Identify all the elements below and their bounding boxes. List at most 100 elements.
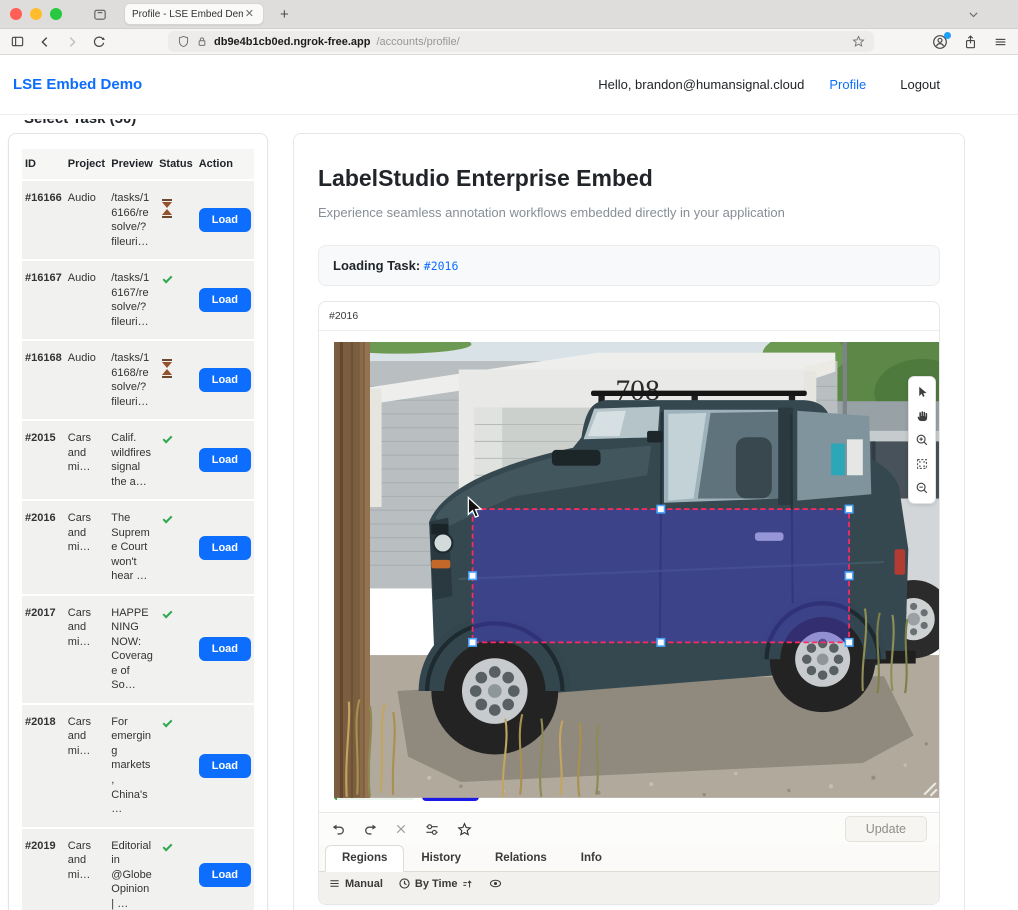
sidebar-toggle-icon[interactable]: [10, 34, 25, 49]
minimize-window-button[interactable]: [30, 8, 42, 20]
settings-sliders-icon[interactable]: [424, 822, 440, 837]
table-row: #2019 Cars and mi… Editorial in @Globe O…: [22, 829, 254, 910]
task-table-body: #16166 Audio /tasks/16166/resolve/?fileu…: [22, 181, 254, 910]
toggle-visibility-eye-icon[interactable]: [488, 877, 503, 890]
profile-link[interactable]: Profile: [829, 77, 866, 92]
load-button[interactable]: Load: [199, 637, 251, 661]
pan-tool-icon[interactable]: [911, 405, 933, 427]
load-button[interactable]: Load: [199, 208, 251, 232]
image-tool-palette: [908, 376, 936, 504]
col-action: Action: [196, 149, 254, 181]
privacy-shield-icon[interactable]: [177, 35, 190, 48]
tab-title: Profile - LSE Embed Demo: [132, 9, 243, 20]
status-done-icon: [163, 434, 173, 444]
undo-icon[interactable]: [331, 822, 346, 837]
sidebar-title: Select Task (50): [24, 119, 136, 131]
task-image[interactable]: 708: [334, 342, 939, 798]
task-project: Audio: [65, 261, 109, 341]
forward-icon[interactable]: [65, 35, 79, 49]
tab-overview-icon[interactable]: [92, 7, 108, 22]
notification-dot: [944, 32, 951, 39]
back-icon[interactable]: [38, 35, 52, 49]
browser-chrome: Profile - LSE Embed Demo ✕ +: [0, 0, 1018, 55]
select-tool-icon[interactable]: [911, 381, 933, 403]
browser-tab[interactable]: Profile - LSE Embed Demo ✕: [124, 3, 264, 25]
table-header-row: ID Project Preview Status Action: [22, 149, 254, 181]
brand-link[interactable]: LSE Embed Demo: [13, 76, 142, 93]
task-project: Audio: [65, 181, 109, 261]
task-preview: /tasks/16166/resolve/?fileuri…: [108, 181, 156, 261]
load-button[interactable]: Load: [199, 368, 251, 392]
new-tab-button[interactable]: +: [280, 7, 289, 22]
task-preview: /tasks/16168/resolve/?fileuri…: [108, 341, 156, 421]
tab-info[interactable]: Info: [564, 845, 619, 872]
share-icon[interactable]: [963, 34, 978, 50]
tab-relations[interactable]: Relations: [478, 845, 564, 872]
tab-close-icon[interactable]: ✕: [243, 9, 256, 20]
menu-icon[interactable]: [993, 35, 1008, 49]
bookmark-star-icon[interactable]: [852, 35, 865, 48]
load-button[interactable]: Load: [199, 536, 251, 560]
group-manual-control[interactable]: Manual: [328, 878, 383, 890]
regions-toolbar: Manual By Time: [319, 872, 939, 904]
loading-task-id: #2016: [424, 259, 459, 273]
clock-icon: [398, 877, 411, 890]
page-subtitle: Experience seamless annotation workflows…: [318, 205, 940, 220]
url-host: db9e4b1cb0ed.ngrok-free.app: [214, 36, 371, 48]
zoom-out-icon[interactable]: [911, 477, 933, 499]
tab-history[interactable]: History: [404, 845, 478, 872]
zoom-in-icon[interactable]: [911, 429, 933, 451]
task-project: Cars and mi…: [65, 705, 109, 829]
close-window-button[interactable]: [10, 8, 22, 20]
status-done-icon: [163, 717, 173, 727]
tab-regions[interactable]: Regions: [325, 845, 404, 872]
chevron-down-icon[interactable]: [967, 8, 980, 21]
fit-to-screen-icon[interactable]: [911, 453, 933, 475]
table-row: #16168 Audio /tasks/16168/resolve/?fileu…: [22, 341, 254, 421]
logout-link[interactable]: Logout: [900, 77, 940, 92]
task-id: #2015: [22, 421, 65, 501]
col-preview: Preview: [108, 149, 156, 181]
tab-bar: Profile - LSE Embed Demo ✕ +: [0, 0, 1018, 29]
task-id: #2016: [22, 501, 65, 596]
annotation-task-id: #2016: [319, 302, 939, 331]
update-button[interactable]: Update: [845, 816, 927, 842]
window-controls[interactable]: [10, 8, 62, 20]
task-id: #2017: [22, 596, 65, 705]
col-project: Project: [65, 149, 109, 181]
table-row: #2017 Cars and mi… HAPPENING NOW: Covera…: [22, 596, 254, 705]
load-button[interactable]: Load: [199, 288, 251, 312]
delete-region-icon[interactable]: [395, 823, 407, 835]
load-button[interactable]: Load: [199, 863, 251, 887]
star-icon[interactable]: [457, 822, 472, 837]
main-card: LabelStudio Enterprise Embed Experience …: [293, 133, 965, 910]
annotation-panel: #2016: [318, 301, 940, 905]
task-preview: The Supreme Court won't hear …: [108, 501, 156, 596]
url-field[interactable]: db9e4b1cb0ed.ngrok-free.app/accounts/pro…: [168, 31, 874, 52]
sort-ascending-icon: [462, 878, 473, 890]
car-bounding-box[interactable]: [469, 505, 853, 646]
status-done-icon: [163, 608, 173, 618]
table-row: #2016 Cars and mi… The Supreme Court won…: [22, 501, 254, 596]
task-id: #2018: [22, 705, 65, 829]
browser-profile-icon[interactable]: [932, 34, 948, 50]
task-project: Cars and mi…: [65, 421, 109, 501]
status-pending-icon: [162, 359, 172, 378]
task-preview: Calif. wildfires signal the a…: [108, 421, 156, 501]
load-button[interactable]: Load: [199, 754, 251, 778]
panel-tabs: Regions History Relations Info: [319, 845, 939, 872]
maximize-window-button[interactable]: [50, 8, 62, 20]
reload-icon[interactable]: [92, 35, 106, 49]
task-table: ID Project Preview Status Action #16166 …: [22, 149, 254, 910]
table-row: #16166 Audio /tasks/16166/resolve/?fileu…: [22, 181, 254, 261]
loading-task-box: Loading Task: #2016: [318, 245, 940, 286]
redo-icon[interactable]: [363, 822, 378, 837]
greeting-text: Hello, brandon@humansignal.cloud: [598, 77, 804, 92]
task-list-card: ID Project Preview Status Action #16166 …: [8, 133, 268, 910]
loading-label: Loading Task:: [333, 258, 420, 273]
table-row: #2018 Cars and mi… For emerging markets …: [22, 705, 254, 829]
load-button[interactable]: Load: [199, 448, 251, 472]
telephone-pole: [334, 342, 370, 798]
lock-icon: [196, 35, 208, 48]
sort-by-time-control[interactable]: By Time: [398, 877, 473, 890]
